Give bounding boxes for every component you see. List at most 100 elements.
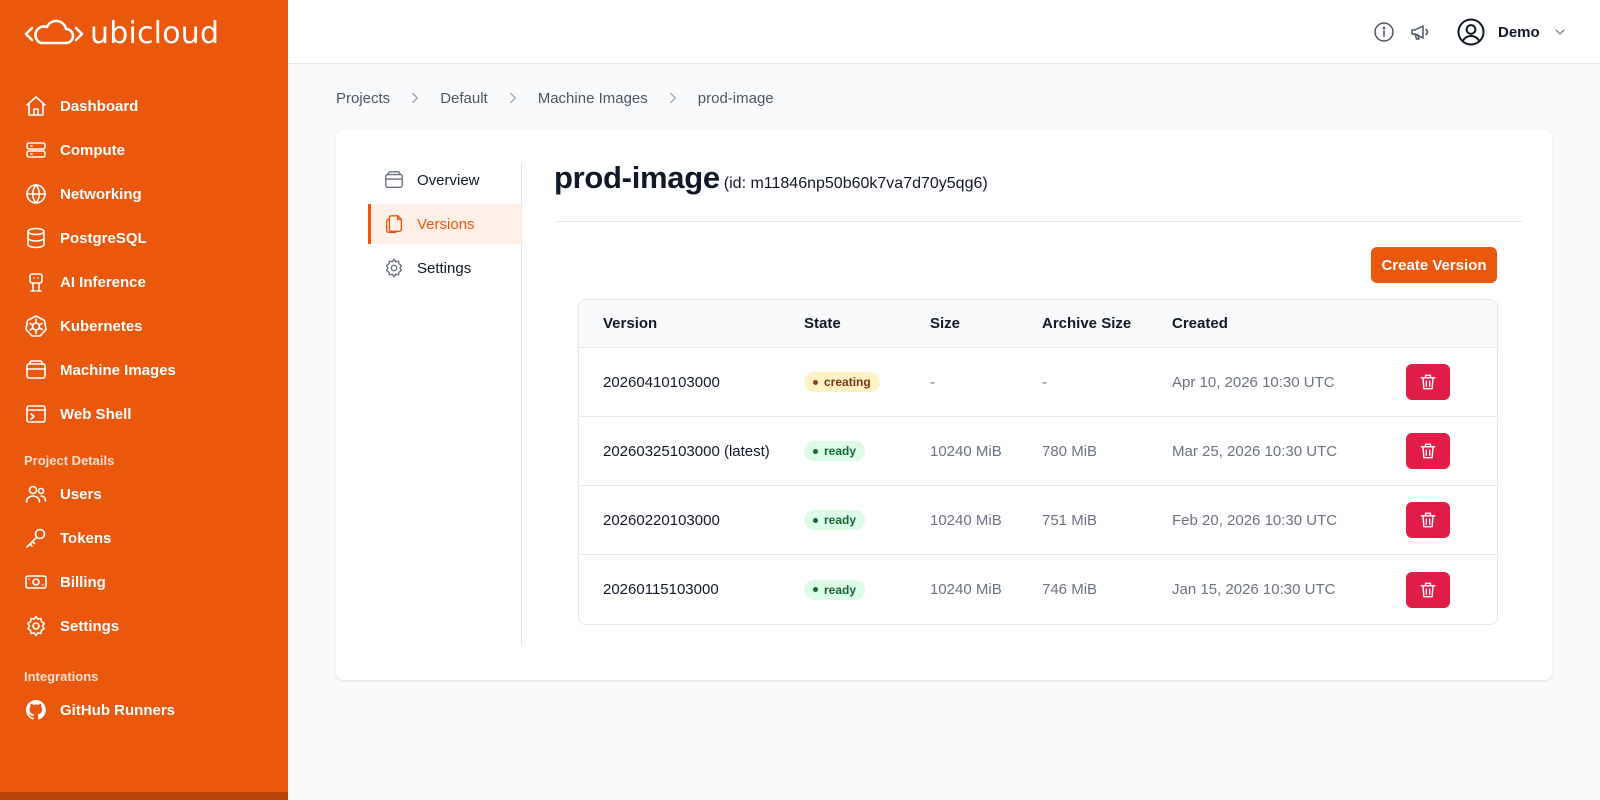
sidebar-item-networking[interactable]: Networking bbox=[0, 172, 288, 216]
archive-size-cell: 751 MiB bbox=[1042, 511, 1098, 529]
sidebar-item-label: AI Inference bbox=[60, 273, 146, 291]
image-subnav: Overview Versions Settings bbox=[368, 160, 522, 292]
table-row: 20260410103000 creating - - Apr 10, 2026… bbox=[579, 348, 1497, 417]
integrations-heading: Integrations bbox=[24, 669, 99, 684]
status-dot bbox=[813, 517, 818, 523]
sidebar-item-label: Billing bbox=[60, 573, 106, 591]
table-row: 20260220103000 ready 10240 MiB 751 MiB F… bbox=[579, 486, 1497, 555]
versions-table: Version State Size Archive Size Created … bbox=[578, 299, 1498, 625]
version-cell: 20260220103000 bbox=[603, 511, 720, 529]
trash-icon bbox=[1420, 374, 1436, 390]
breadcrumb-prod-image[interactable]: prod-image bbox=[698, 90, 774, 107]
brand-name: ubicloud bbox=[90, 16, 220, 51]
robot-icon bbox=[29, 273, 43, 292]
actions-cell bbox=[1406, 433, 1497, 469]
chevron-right-icon bbox=[669, 92, 676, 104]
kubernetes-icon bbox=[25, 315, 47, 337]
state-cell: creating bbox=[804, 372, 930, 393]
breadcrumb-projects[interactable]: Projects bbox=[336, 90, 390, 107]
state-cell: ready bbox=[804, 510, 930, 531]
sidebar-item-postgresql[interactable]: PostgreSQL bbox=[0, 216, 288, 260]
create-version-button[interactable]: Create Version bbox=[1371, 247, 1497, 283]
status-dot bbox=[813, 587, 818, 593]
sidebar-item-dashboard[interactable]: Dashboard bbox=[0, 84, 288, 128]
status-label: ready bbox=[824, 513, 857, 528]
breadcrumb-default[interactable]: Default bbox=[440, 90, 488, 107]
column-header-created: Created bbox=[1172, 315, 1228, 332]
page-title: prod-image bbox=[554, 160, 720, 195]
user-name: Demo bbox=[1498, 23, 1540, 41]
status-badge: ready bbox=[804, 510, 866, 531]
tab-label: Versions bbox=[417, 215, 475, 233]
github-icon bbox=[25, 699, 46, 720]
title-divider bbox=[554, 221, 1522, 222]
sidebar-item-label: Compute bbox=[60, 141, 125, 159]
status-label: ready bbox=[824, 444, 857, 459]
documents-icon bbox=[385, 215, 403, 233]
size-cell: 10240 MiB bbox=[930, 511, 1002, 529]
actions-cell bbox=[1406, 364, 1497, 400]
subnav-divider bbox=[521, 162, 522, 646]
created-cell: Mar 25, 2026 10:30 UTC bbox=[1172, 442, 1338, 460]
tab-versions[interactable]: Versions bbox=[368, 204, 522, 244]
tab-overview[interactable]: Overview bbox=[368, 160, 522, 200]
user-menu[interactable]: Demo bbox=[1456, 16, 1568, 48]
chevron-down-icon bbox=[1555, 29, 1565, 35]
sidebar-item-label: Web Shell bbox=[60, 405, 132, 423]
status-dot bbox=[813, 379, 818, 385]
trash-icon bbox=[1420, 443, 1436, 459]
banknote-icon bbox=[25, 575, 47, 589]
chevron-right-icon bbox=[412, 92, 419, 104]
column-header-state: State bbox=[804, 315, 841, 332]
sidebar-item-billing[interactable]: Billing bbox=[0, 560, 288, 604]
sidebar-footer-strip bbox=[0, 792, 288, 800]
version-cell: 20260410103000 bbox=[603, 373, 720, 391]
sidebar-item-kubernetes[interactable]: Kubernetes bbox=[0, 304, 288, 348]
sidebar-item-label: Networking bbox=[60, 185, 142, 203]
chevron-right-icon bbox=[509, 92, 516, 104]
delete-version-button[interactable] bbox=[1406, 433, 1450, 469]
sidebar-item-settings[interactable]: Settings bbox=[0, 604, 288, 648]
delete-version-button[interactable] bbox=[1406, 364, 1450, 400]
key-icon bbox=[26, 528, 46, 548]
delete-version-button[interactable] bbox=[1406, 571, 1450, 608]
page-title-row: prod-image (id: m11846np50b60k7va7d70y5q… bbox=[554, 160, 988, 196]
table-row: 20260325103000 (latest) ready 10240 MiB … bbox=[579, 417, 1497, 486]
ubicloud-logo[interactable]: ubicloud bbox=[24, 16, 219, 51]
tab-settings[interactable]: Settings bbox=[368, 248, 522, 288]
sidebar-item-label: Kubernetes bbox=[60, 317, 143, 335]
topbar: Demo bbox=[288, 0, 1600, 64]
breadcrumb-machine-images[interactable]: Machine Images bbox=[538, 90, 648, 107]
sidebar-item-machine-images[interactable]: Machine Images bbox=[0, 348, 288, 392]
breadcrumb: Projects Default Machine Images prod-ima… bbox=[336, 86, 774, 110]
column-header-size: Size bbox=[930, 315, 961, 332]
archive-icon bbox=[385, 171, 403, 189]
trash-icon bbox=[1420, 582, 1436, 597]
home-icon bbox=[26, 96, 46, 116]
sidebar-item-github-runners[interactable]: GitHub Runners bbox=[0, 688, 288, 732]
status-label: ready bbox=[824, 582, 857, 597]
sidebar-item-users[interactable]: Users bbox=[0, 472, 288, 516]
created-cell: Apr 10, 2026 10:30 UTC bbox=[1172, 373, 1335, 391]
status-badge: ready bbox=[804, 441, 866, 462]
version-cell: 20260115103000 bbox=[603, 581, 719, 598]
sidebar-item-web-shell[interactable]: Web Shell bbox=[0, 392, 288, 436]
delete-version-button[interactable] bbox=[1406, 502, 1450, 538]
actions-cell bbox=[1406, 571, 1497, 608]
actions-cell bbox=[1406, 502, 1497, 538]
version-cell: 20260325103000 (latest) bbox=[603, 442, 770, 460]
gear-icon bbox=[385, 258, 403, 278]
state-cell: ready bbox=[804, 579, 930, 600]
server-icon bbox=[26, 142, 46, 158]
info-icon[interactable] bbox=[1372, 20, 1396, 44]
image-id: (id: m11846np50b60k7va7d70y5qg6) bbox=[723, 175, 988, 192]
archive-icon bbox=[26, 360, 46, 379]
megaphone-icon[interactable] bbox=[1408, 20, 1432, 44]
sidebar-item-label: GitHub Runners bbox=[60, 701, 175, 719]
table-row: 20260115103000 ready 10240 MiB 746 MiB J… bbox=[579, 555, 1497, 624]
tab-label: Settings bbox=[417, 259, 472, 277]
sidebar-item-label: Dashboard bbox=[60, 97, 139, 115]
sidebar-item-compute[interactable]: Compute bbox=[0, 128, 288, 172]
sidebar-item-ai-inference[interactable]: AI Inference bbox=[0, 260, 288, 304]
sidebar-item-tokens[interactable]: Tokens bbox=[0, 516, 288, 560]
